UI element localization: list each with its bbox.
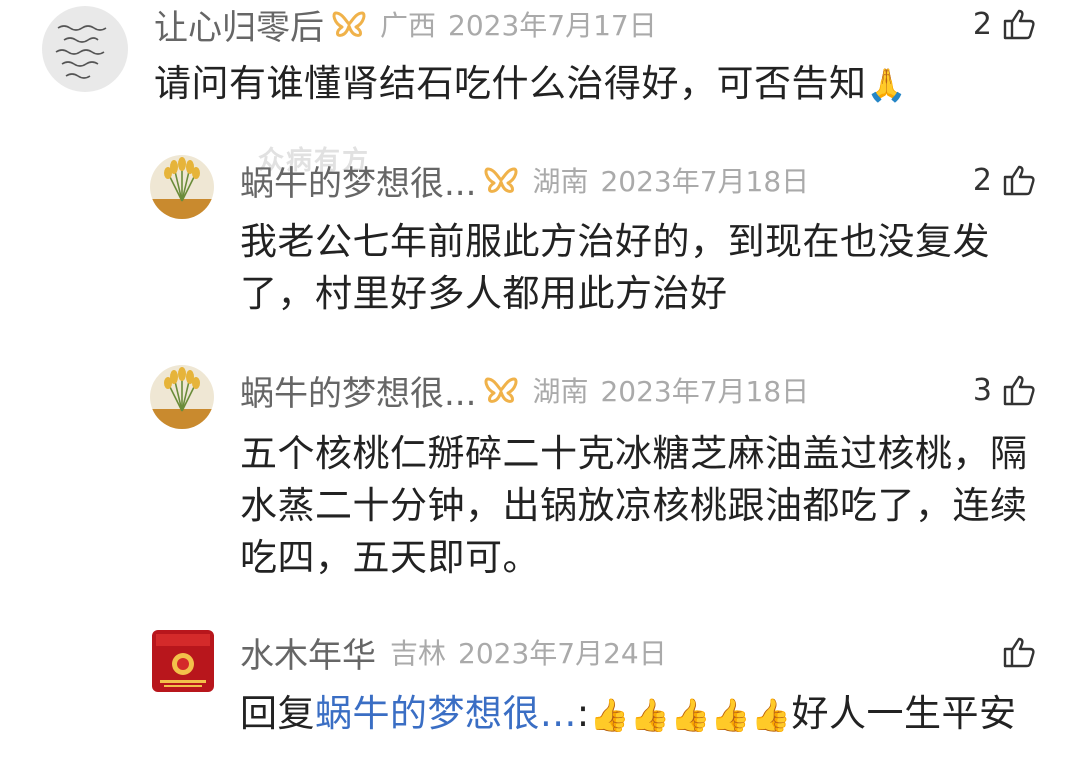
avatar[interactable] [150, 155, 214, 219]
avatar[interactable] [150, 365, 214, 429]
thumbs-up-icon [1003, 165, 1035, 196]
thumbs-up-emojis: 👍👍👍👍👍 [589, 696, 792, 734]
like-count: 2 [972, 6, 992, 42]
like-button[interactable] [1002, 628, 1036, 676]
like-count: 2 [972, 162, 992, 198]
pray-emoji: 🙏 [866, 66, 907, 104]
username[interactable]: 蜗牛的梦想很... [240, 156, 476, 205]
vip-badge-icon [484, 377, 518, 403]
thumbs-up-icon [1003, 637, 1035, 668]
comment-text: 请问有谁懂肾结石吃什么治得好，可否告知🙏 [154, 62, 907, 105]
timestamp: 2023年7月18日 [600, 165, 810, 198]
region-label: 广西 [380, 9, 437, 42]
like-button[interactable]: 2 [973, 156, 1036, 204]
avatar[interactable] [152, 630, 214, 692]
region-label: 湖南 [532, 165, 589, 198]
username[interactable]: 水木年华 [240, 628, 376, 677]
region-label: 湖南 [532, 375, 589, 408]
like-count: 3 [972, 372, 992, 408]
comment-text: 五个核桃仁掰碎二十克冰糖芝麻油盖过核桃，隔水蒸二十分钟，出锅放凉核桃跟油都吃了，… [240, 432, 1028, 579]
avatar[interactable] [42, 6, 128, 92]
timestamp: 2023年7月18日 [600, 375, 810, 408]
like-button[interactable]: 2 [973, 0, 1036, 48]
like-button[interactable]: 3 [973, 366, 1036, 414]
reply-prefix: 回复 [240, 692, 315, 735]
thumbs-up-icon [1003, 375, 1035, 406]
region-label: 吉林 [390, 637, 447, 670]
username[interactable]: 让心归零后 [154, 0, 324, 49]
vip-badge-icon [484, 167, 518, 193]
comment-text: 我老公七年前服此方治好的，到现在也没复发了，村里好多人都用此方治好 [240, 220, 990, 315]
thumbs-up-icon [1003, 9, 1035, 40]
comment-text: 回复蜗牛的梦想很...:👍👍👍👍👍好人一生平安 [240, 692, 1017, 735]
vip-badge-icon [332, 11, 366, 37]
timestamp: 2023年7月17日 [448, 9, 657, 42]
timestamp: 2023年7月24日 [458, 637, 667, 670]
username[interactable]: 蜗牛的梦想很... [240, 366, 476, 415]
reply-mention[interactable]: 蜗牛的梦想很... [315, 692, 577, 735]
